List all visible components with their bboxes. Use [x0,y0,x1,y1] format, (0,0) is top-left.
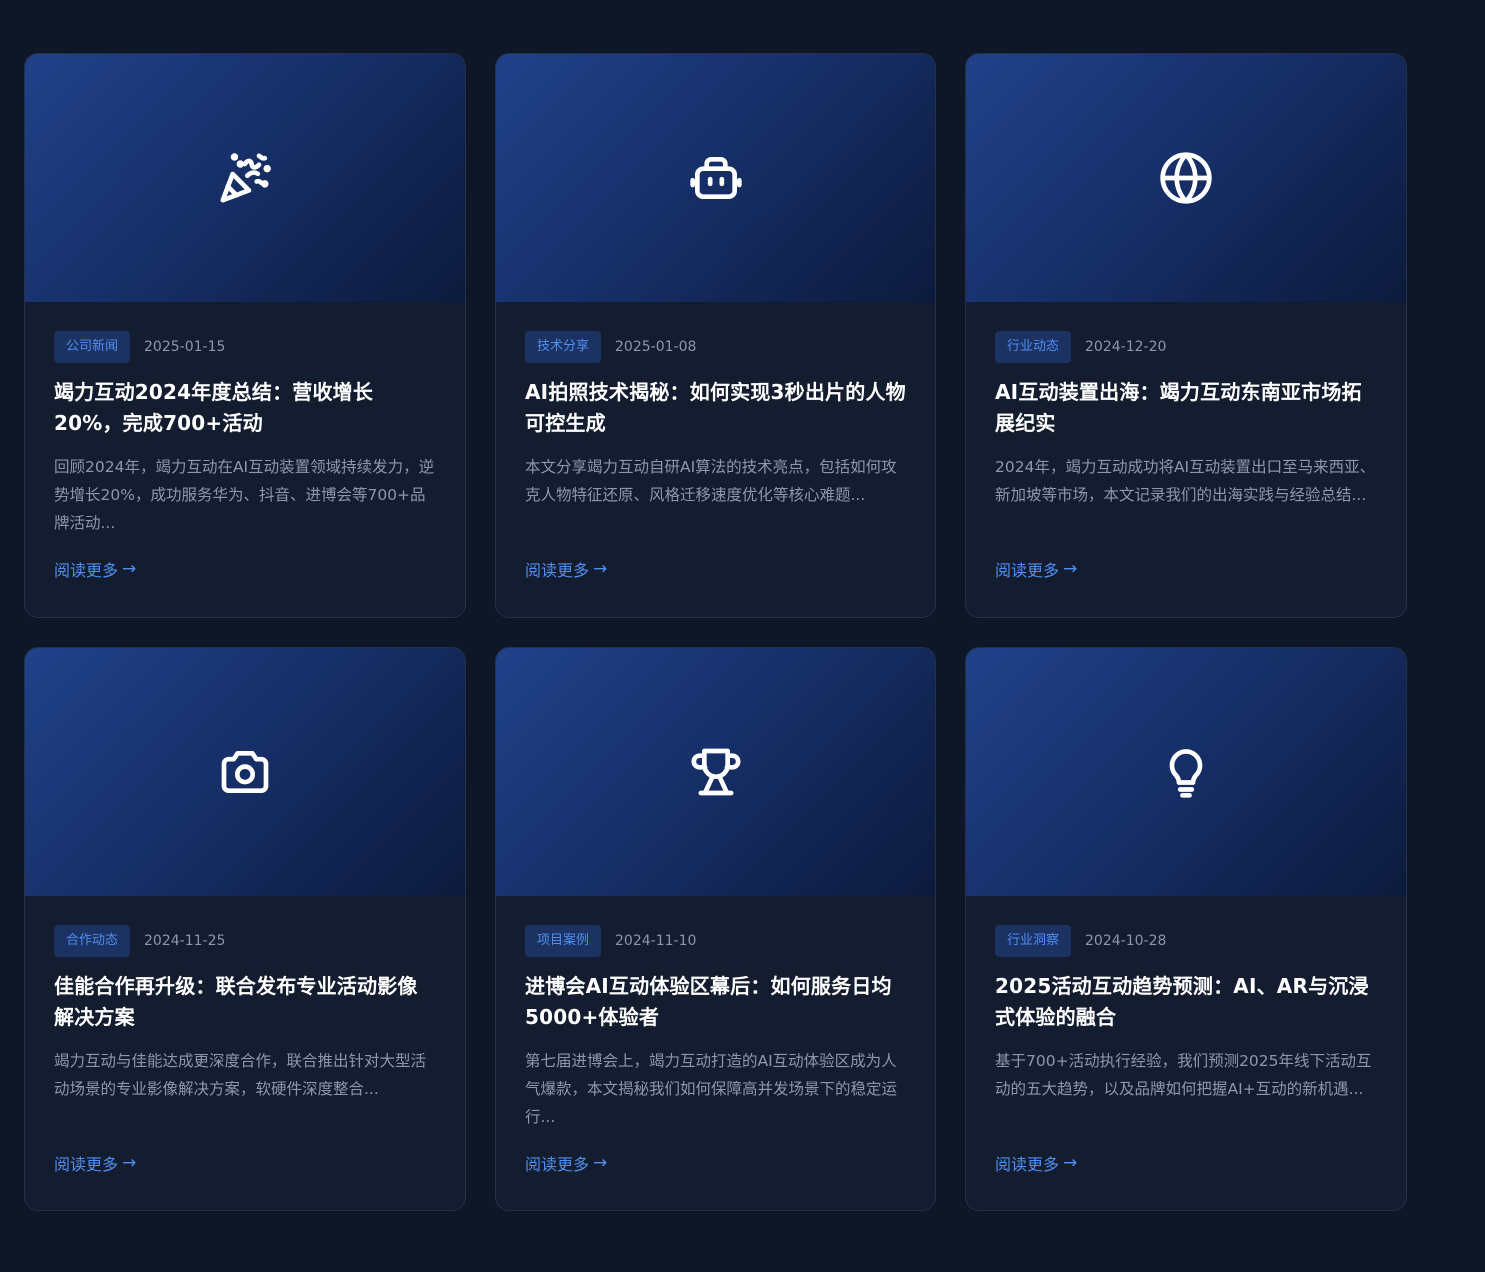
card-title[interactable]: 竭力互动2024年度总结：营收增长20%，完成700+活动 [54,377,436,439]
card-excerpt: 基于700+活动执行经验，我们预测2025年线下活动互动的五大趋势，以及品牌如何… [995,1052,1372,1098]
category-tag[interactable]: 公司新闻 [54,331,131,363]
read-more-label: 阅读更多 [525,561,590,580]
card-hero [25,54,465,302]
card-meta: 行业动态 2024-12-20 [995,331,1377,363]
card-title[interactable]: 2025活动互动趋势预测：AI、AR与沉浸式体验的融合 [995,971,1377,1033]
read-more-label: 阅读更多 [525,1155,590,1174]
card-title[interactable]: AI互动装置出海：竭力互动东南亚市场拓展纪实 [995,377,1377,439]
card-excerpt: 第七届进博会上，竭力互动打造的AI互动体验区成为人气爆款，本文揭秘我们如何保障高… [525,1052,898,1126]
read-more-label: 阅读更多 [54,1155,119,1174]
category-tag[interactable]: 合作动态 [54,925,131,957]
trophy-icon [691,748,740,796]
card-body: 行业动态 2024-12-20 AI互动装置出海：竭力互动东南亚市场拓展纪实 2… [966,302,1406,581]
arrow-right-icon: → [122,1153,137,1173]
camera-icon [221,751,269,793]
card-hero [966,648,1406,896]
read-more-label: 阅读更多 [54,561,119,580]
card-body: 行业洞察 2024-10-28 2025活动互动趋势预测：AI、AR与沉浸式体验… [966,896,1406,1175]
card-meta: 合作动态 2024-11-25 [54,925,436,957]
read-more-link[interactable]: 阅读更多 → [54,557,136,581]
category-tag[interactable]: 行业洞察 [995,925,1072,957]
card-body: 技术分享 2025-01-08 AI拍照技术揭秘：如何实现3秒出片的人物可控生成… [496,302,935,581]
card-excerpt: 竭力互动与佳能达成更深度合作，联合推出针对大型活动场景的专业影像解决方案，软硬件… [54,1052,427,1098]
news-card[interactable]: 合作动态 2024-11-25 佳能合作再升级：联合发布专业活动影像解决方案 竭… [24,647,466,1211]
card-title[interactable]: 佳能合作再升级：联合发布专业活动影像解决方案 [54,971,436,1033]
arrow-right-icon: → [593,559,608,579]
lightbulb-icon [1169,749,1203,798]
card-body: 公司新闻 2025-01-15 竭力互动2024年度总结：营收增长20%，完成7… [25,302,465,581]
read-more-label: 阅读更多 [995,1155,1060,1174]
card-meta: 项目案例 2024-11-10 [525,925,906,957]
card-hero [496,648,935,896]
card-meta: 行业洞察 2024-10-28 [995,925,1377,957]
read-more-link[interactable]: 阅读更多 → [525,557,607,581]
publish-date: 2024-10-28 [1085,933,1167,949]
category-tag[interactable]: 行业动态 [995,331,1072,363]
read-more-label: 阅读更多 [995,561,1060,580]
arrow-right-icon: → [1063,559,1078,579]
globe-icon [1160,152,1212,204]
publish-date: 2024-12-20 [1085,339,1167,355]
card-excerpt: 回顾2024年，竭力互动在AI互动装置领域持续发力，逆势增长20%，成功服务华为… [54,458,435,532]
arrow-right-icon: → [1063,1153,1078,1173]
news-card[interactable]: 项目案例 2024-11-10 进博会AI互动体验区幕后：如何服务日均5000+… [495,647,936,1211]
robot-icon [689,157,742,200]
news-grid: 公司新闻 2025-01-15 竭力互动2024年度总结：营收增长20%，完成7… [24,53,1407,1211]
publish-date: 2025-01-15 [144,339,226,355]
arrow-right-icon: → [122,559,137,579]
category-tag[interactable]: 项目案例 [525,925,602,957]
card-body: 项目案例 2024-11-10 进博会AI互动体验区幕后：如何服务日均5000+… [496,896,935,1175]
card-title[interactable]: 进博会AI互动体验区幕后：如何服务日均5000+体验者 [525,971,906,1033]
card-excerpt: 2024年，竭力互动成功将AI互动装置出口至马来西亚、新加坡等市场，本文记录我们… [995,458,1376,504]
publish-date: 2024-11-25 [144,933,226,949]
arrow-right-icon: → [593,1153,608,1173]
card-meta: 公司新闻 2025-01-15 [54,331,436,363]
card-meta: 技术分享 2025-01-08 [525,331,906,363]
card-body: 合作动态 2024-11-25 佳能合作再升级：联合发布专业活动影像解决方案 竭… [25,896,465,1175]
card-hero [25,648,465,896]
read-more-link[interactable]: 阅读更多 → [525,1151,607,1175]
news-card[interactable]: 技术分享 2025-01-08 AI拍照技术揭秘：如何实现3秒出片的人物可控生成… [495,53,936,618]
read-more-link[interactable]: 阅读更多 → [995,1151,1077,1175]
news-card[interactable]: 行业动态 2024-12-20 AI互动装置出海：竭力互动东南亚市场拓展纪实 2… [965,53,1407,618]
card-hero [496,54,935,302]
read-more-link[interactable]: 阅读更多 → [54,1151,136,1175]
publish-date: 2025-01-08 [615,339,697,355]
news-card[interactable]: 公司新闻 2025-01-15 竭力互动2024年度总结：营收增长20%，完成7… [24,53,466,618]
party-popper-icon [220,153,271,203]
publish-date: 2024-11-10 [615,933,697,949]
read-more-link[interactable]: 阅读更多 → [995,557,1077,581]
card-title[interactable]: AI拍照技术揭秘：如何实现3秒出片的人物可控生成 [525,377,906,439]
category-tag[interactable]: 技术分享 [525,331,602,363]
card-hero [966,54,1406,302]
card-excerpt: 本文分享竭力互动自研AI算法的技术亮点，包括如何攻克人物特征还原、风格迁移速度优… [525,458,897,504]
news-card[interactable]: 行业洞察 2024-10-28 2025活动互动趋势预测：AI、AR与沉浸式体验… [965,647,1407,1211]
